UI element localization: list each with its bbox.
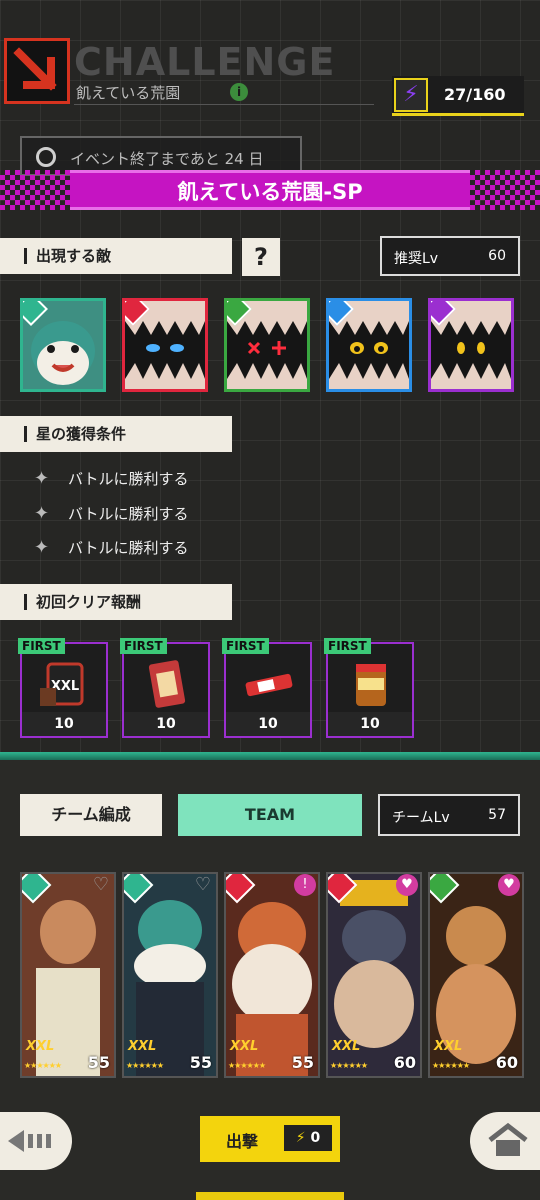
heart-icon[interactable]: !: [294, 874, 316, 896]
first-badge: FIRST: [222, 638, 269, 654]
star-condition-text: バトルに勝利する: [68, 505, 189, 523]
rank-badge: XXL: [26, 1039, 55, 1054]
stage-banner: 飢えている荒園-SP: [0, 170, 540, 210]
clock-icon: [36, 147, 56, 167]
first-rewards-label: 初回クリア報酬: [0, 584, 232, 620]
member-level: 55: [189, 1053, 212, 1072]
heart-icon[interactable]: ♡: [90, 874, 112, 896]
stage-name: 飢えている荒園-SP: [177, 180, 363, 204]
back-icon: [8, 1130, 51, 1152]
nuts-jar-icon: [356, 664, 386, 706]
heart-icon[interactable]: ♥: [396, 874, 418, 896]
lightning-icon: ⚡: [295, 1130, 306, 1146]
lightning-icon: ⚡: [394, 78, 428, 112]
protein-tub-icon: XXL: [40, 662, 84, 706]
back-button[interactable]: [0, 1112, 72, 1170]
rank-badge: XXL: [230, 1039, 259, 1054]
enemy-portrait-1[interactable]: [20, 298, 106, 392]
sortie-cost: ⚡ 0: [284, 1125, 332, 1151]
member-level: 60: [393, 1053, 416, 1072]
team-member-card-2[interactable]: ♡ XXL ★★★★★★ 55: [122, 872, 218, 1078]
challenge-arrow-icon: [4, 38, 70, 104]
stamina-value: 27/160: [444, 85, 506, 104]
heart-icon[interactable]: ♥: [498, 874, 520, 896]
protein-bar-icon: [245, 673, 293, 697]
star-rating: ★★★★★★: [432, 1061, 470, 1070]
stamina-display[interactable]: ⚡ 27/160: [392, 76, 524, 116]
member-level: 60: [495, 1053, 518, 1072]
secondary-button-edge: [196, 1192, 344, 1200]
star-rating: ★★★★★★: [228, 1061, 266, 1070]
reward-item-3[interactable]: FIRST 10: [222, 638, 312, 738]
reward-item-1[interactable]: FIRST XXL 10: [18, 638, 108, 738]
heart-icon[interactable]: ♡: [192, 874, 214, 896]
recommended-level: 推奨Lv 60: [380, 236, 520, 276]
event-timer-text: イベント終了まであと 24 日: [70, 150, 264, 168]
star-condition-text: バトルに勝利する: [68, 539, 189, 557]
reward-item-4[interactable]: FIRST 10: [324, 638, 414, 738]
enemy-portrait-2[interactable]: [122, 298, 208, 392]
team-level-value: 57: [488, 807, 506, 823]
enemy-portrait-4[interactable]: [326, 298, 412, 392]
sortie-button[interactable]: 出撃 ⚡ 0: [200, 1116, 340, 1162]
rank-badge: XXL: [332, 1039, 361, 1054]
snack-pack-icon: [148, 660, 186, 708]
enemies-section-label: 出現する敵: [0, 238, 232, 274]
team-formation-button[interactable]: チーム編成: [20, 794, 162, 836]
first-badge: FIRST: [18, 638, 65, 654]
reward-quantity: 10: [22, 712, 106, 736]
reward-quantity: 10: [226, 712, 310, 736]
star-rating: ★★★★★★: [330, 1061, 368, 1070]
team-level: チームLv 57: [378, 794, 520, 836]
reward-item-2[interactable]: FIRST 10: [120, 638, 210, 738]
team-level-label: チームLv: [392, 810, 450, 826]
enemy-portrait-5[interactable]: [428, 298, 514, 392]
home-icon: [488, 1122, 528, 1156]
star-condition-1: ✦ バトルに勝利する: [34, 468, 188, 489]
star-rating: ★★★★★★: [126, 1061, 164, 1070]
sortie-label: 出撃: [226, 1132, 259, 1151]
star-condition-2: ✦ バトルに勝利する: [34, 503, 188, 524]
rank-badge: XXL: [128, 1039, 157, 1054]
section-divider: [0, 752, 540, 760]
recommended-level-value: 60: [488, 248, 506, 264]
help-button[interactable]: ?: [242, 238, 280, 276]
star-sparkle-icon: ✦: [34, 468, 50, 489]
member-level: 55: [87, 1053, 110, 1072]
team-tab-button[interactable]: TEAM: [178, 794, 362, 836]
reward-quantity: 10: [328, 712, 412, 736]
recommended-level-label: 推奨Lv: [394, 251, 439, 267]
info-icon[interactable]: i: [230, 83, 248, 101]
star-conditions-label: 星の獲得条件: [0, 416, 232, 452]
page-title: CHALLENGE: [74, 40, 336, 84]
page-subtitle: 飢えている荒園: [76, 84, 181, 102]
member-level: 55: [291, 1053, 314, 1072]
team-member-card-4[interactable]: ♥ XXL ★★★★★★ 60: [326, 872, 422, 1078]
star-rating: ★★★★★★: [24, 1061, 62, 1070]
first-badge: FIRST: [120, 638, 167, 654]
star-condition-text: バトルに勝利する: [68, 470, 189, 488]
home-button[interactable]: [470, 1112, 540, 1170]
team-member-card-5[interactable]: ♥ XXL ★★★★★★ 60: [428, 872, 524, 1078]
team-member-card-1[interactable]: ♡ XXL ★★★★★★ 55: [20, 872, 116, 1078]
star-sparkle-icon: ✦: [34, 537, 50, 558]
star-sparkle-icon: ✦: [34, 503, 50, 524]
star-condition-3: ✦ バトルに勝利する: [34, 537, 188, 558]
enemy-portrait-3[interactable]: [224, 298, 310, 392]
reward-quantity: 10: [124, 712, 208, 736]
first-badge: FIRST: [324, 638, 371, 654]
team-member-card-3[interactable]: ! XXL ★★★★★★ 55: [224, 872, 320, 1078]
subtitle-underline: [74, 104, 374, 105]
sortie-cost-value: 0: [310, 1130, 321, 1146]
rank-badge: XXL: [434, 1039, 463, 1054]
